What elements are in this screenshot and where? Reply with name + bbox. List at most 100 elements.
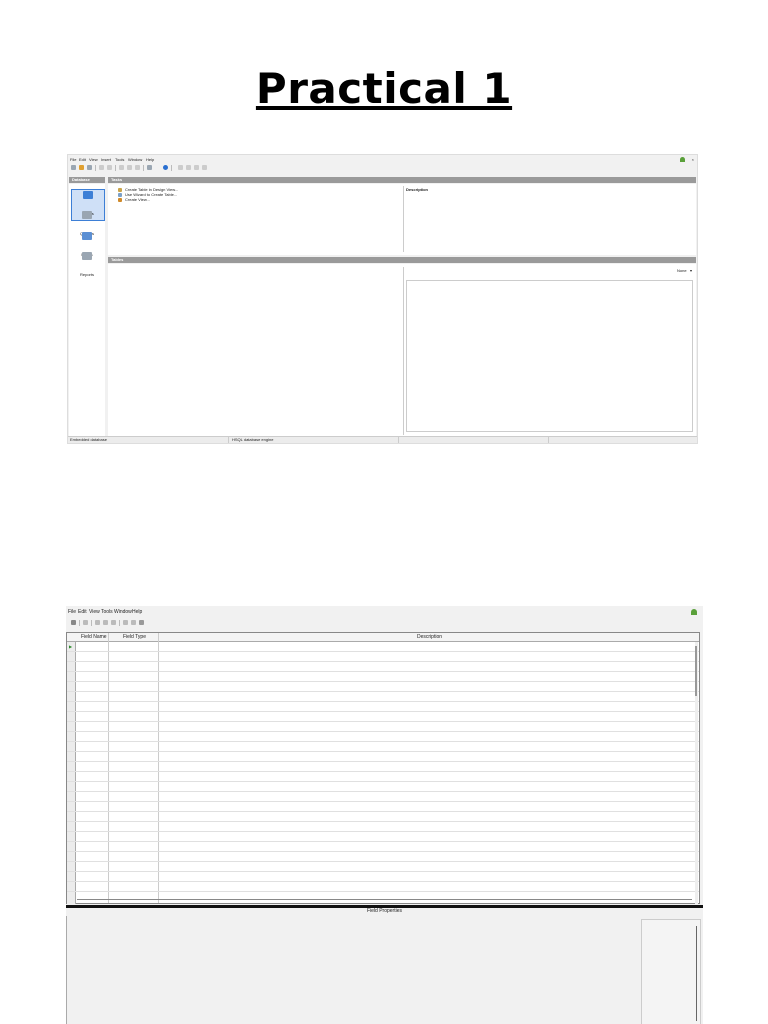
- table-row[interactable]: [67, 861, 699, 862]
- help-icon[interactable]: [163, 165, 168, 170]
- save-icon[interactable]: [71, 620, 76, 625]
- preview-area: [406, 280, 693, 432]
- tasks-panel-header: Tasks: [108, 177, 696, 183]
- cut-icon[interactable]: [95, 620, 100, 625]
- tasks-panel: Create Table in Design View... Use Wizar…: [108, 184, 696, 255]
- menu-file[interactable]: File: [68, 610, 76, 615]
- menu-file[interactable]: File: [70, 158, 76, 162]
- new-icon[interactable]: [71, 165, 76, 170]
- table-row[interactable]: [67, 721, 699, 722]
- query-icon: [82, 211, 92, 219]
- status-database-type: Embedded database: [70, 437, 107, 442]
- column-field-type[interactable]: Field Type: [123, 635, 146, 640]
- paste-icon[interactable]: [107, 165, 112, 170]
- redo-icon[interactable]: [131, 620, 136, 625]
- menu-tools[interactable]: Tools: [101, 610, 113, 615]
- close-icon[interactable]: ×: [692, 158, 694, 162]
- table-row[interactable]: [67, 751, 699, 752]
- menu-view[interactable]: View: [89, 158, 98, 162]
- toolbar: [68, 164, 697, 173]
- delete-icon[interactable]: [186, 165, 191, 170]
- wizard-icon: [118, 193, 122, 197]
- primary-key-icon[interactable]: [139, 620, 144, 625]
- chevron-down-icon[interactable]: ▾: [690, 269, 692, 273]
- menu-view[interactable]: View: [89, 610, 100, 615]
- table-icon: [83, 191, 93, 199]
- table-row[interactable]: [67, 791, 699, 792]
- menu-help[interactable]: Help: [132, 610, 142, 615]
- table-row[interactable]: [67, 761, 699, 762]
- field-design-grid: ▶ Field Name Field Type Description: [66, 632, 700, 904]
- table-row[interactable]: [67, 851, 699, 852]
- column-field-name[interactable]: Field Name: [81, 635, 107, 640]
- table-row[interactable]: [67, 731, 699, 732]
- status-engine: HSQL database engine: [232, 437, 274, 442]
- update-icon[interactable]: [680, 157, 685, 162]
- menu-window[interactable]: Window: [114, 610, 132, 615]
- table-row[interactable]: [67, 841, 699, 842]
- menu-edit[interactable]: Edit: [79, 158, 86, 162]
- update-icon[interactable]: [691, 609, 697, 615]
- design-icon: [118, 188, 122, 192]
- table-row[interactable]: [67, 891, 699, 892]
- table-row[interactable]: [67, 821, 699, 822]
- grid-header: Field Name Field Type Description: [67, 633, 699, 642]
- menu-tools[interactable]: Tools: [115, 158, 124, 162]
- sidebar-item-reports[interactable]: Reports: [71, 252, 103, 280]
- table-row[interactable]: [67, 671, 699, 672]
- field-properties-label: Field Properties: [366, 908, 402, 914]
- redo-icon[interactable]: [127, 165, 132, 170]
- table-row[interactable]: [67, 771, 699, 772]
- table-row[interactable]: [67, 741, 699, 742]
- table-design-screenshot: File Edit View Tools Window Help ▶ Field…: [66, 606, 703, 1024]
- help-text-area: [641, 919, 701, 1024]
- sidebar: Tables Queries Forms Reports: [69, 184, 105, 438]
- report-icon: [82, 252, 92, 260]
- table-row[interactable]: [67, 831, 699, 832]
- view-icon: [118, 198, 122, 202]
- form-icon[interactable]: [147, 165, 152, 170]
- menu-edit[interactable]: Edit: [78, 610, 87, 615]
- description-label: Description: [406, 187, 429, 192]
- horizontal-scrollbar[interactable]: [77, 899, 692, 900]
- table-row[interactable]: [67, 691, 699, 692]
- menu-insert[interactable]: Insert: [101, 158, 111, 162]
- paste-icon[interactable]: [111, 620, 116, 625]
- form-icon: [82, 232, 92, 240]
- table-row[interactable]: [67, 881, 699, 882]
- undo-icon[interactable]: [123, 620, 128, 625]
- table-row[interactable]: [67, 781, 699, 782]
- table-row[interactable]: [67, 711, 699, 712]
- menu-help[interactable]: Help: [146, 158, 154, 162]
- sort-icon[interactable]: [135, 165, 140, 170]
- page-title: Practical 1: [255, 64, 513, 113]
- table-row[interactable]: [67, 651, 699, 652]
- open-icon[interactable]: [79, 165, 84, 170]
- table-row[interactable]: [67, 811, 699, 812]
- table-row[interactable]: [67, 871, 699, 872]
- database-window-screenshot: File Edit View Insert Tools Window Help …: [67, 154, 698, 444]
- task-create-view[interactable]: Create View...: [118, 198, 150, 202]
- table-row[interactable]: [67, 661, 699, 662]
- tables-panel: None ▾: [108, 264, 696, 438]
- edit-icon[interactable]: [83, 620, 88, 625]
- edit-icon[interactable]: [178, 165, 183, 170]
- undo-icon[interactable]: [119, 165, 124, 170]
- menu-bar: File Edit View Insert Tools Window Help …: [68, 157, 697, 164]
- column-description[interactable]: Description: [417, 635, 442, 640]
- toolbar: [66, 619, 703, 628]
- table-row[interactable]: [67, 681, 699, 682]
- menu-bar: File Edit View Tools Window Help: [66, 609, 703, 616]
- copy-icon[interactable]: [103, 620, 108, 625]
- table-row[interactable]: [67, 701, 699, 702]
- save-icon[interactable]: [87, 165, 92, 170]
- rename-icon[interactable]: [194, 165, 199, 170]
- open-object-icon[interactable]: [202, 165, 207, 170]
- preview-select[interactable]: None: [677, 269, 687, 273]
- field-properties-panel: [66, 916, 702, 1024]
- menu-window[interactable]: Window: [128, 158, 142, 162]
- table-row[interactable]: [67, 801, 699, 802]
- scrollbar-thumb[interactable]: [695, 646, 697, 696]
- scrollbar[interactable]: [695, 642, 698, 904]
- copy-icon[interactable]: [99, 165, 104, 170]
